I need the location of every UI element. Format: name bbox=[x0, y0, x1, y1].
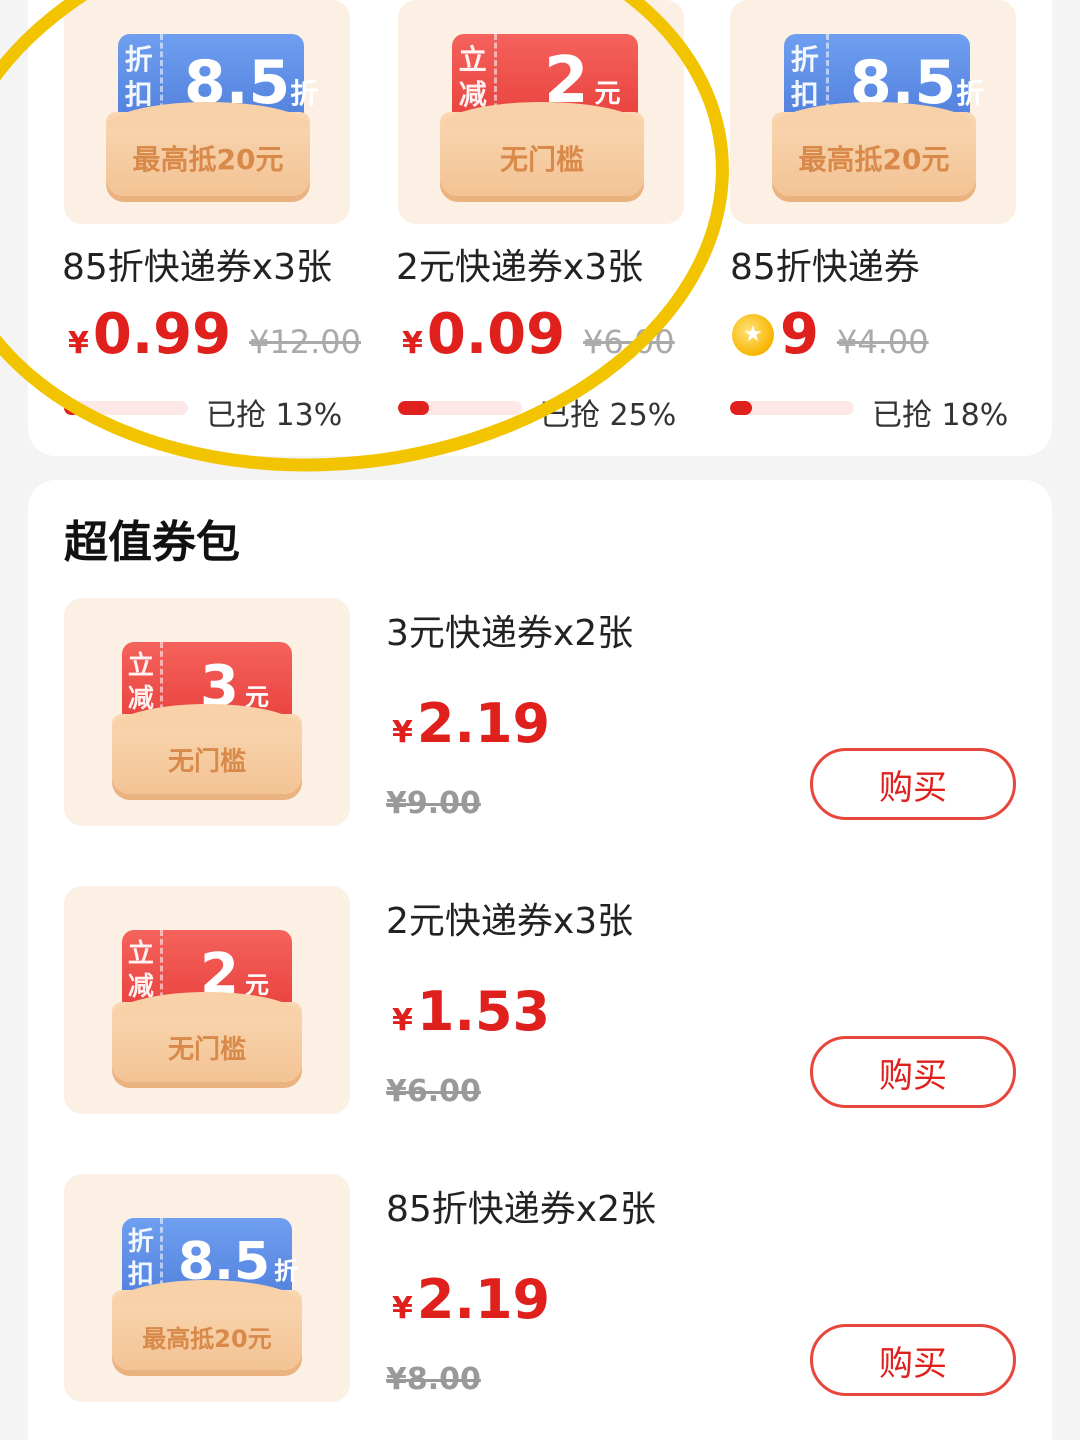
buy-button[interactable]: 购买 bbox=[810, 1324, 1016, 1396]
coupon-envelope: 最高抵20元 bbox=[772, 102, 976, 196]
currency-symbol: ¥ bbox=[68, 326, 89, 361]
ticket-side-top: 折 bbox=[790, 43, 819, 76]
ticket-amount-unit: 折 bbox=[290, 77, 319, 110]
item-name: 85折快递券x3张 bbox=[62, 247, 333, 288]
original-price: ¥12.00 bbox=[249, 323, 362, 361]
original-price: ¥4.00 bbox=[836, 323, 929, 361]
coupon-thumbnail: 立减 2元 无门槛 bbox=[398, 0, 684, 224]
currency-symbol: ¥ bbox=[402, 326, 423, 361]
currency-symbol: ¥ bbox=[392, 1291, 413, 1326]
ticket-amount-unit: 元 bbox=[594, 79, 621, 109]
sale-price: 2.19 bbox=[416, 1268, 551, 1331]
envelope-text: 最高抵20元 bbox=[132, 143, 284, 176]
sale-price: 0.99 bbox=[92, 302, 232, 367]
grab-progress-fill bbox=[730, 401, 753, 415]
section-title: 超值券包 bbox=[64, 517, 240, 568]
flash-sale-card: 折扣 8.5折 最高抵20元 85折快递券x3张 ¥ 0.99 ¥12.00 已… bbox=[28, 0, 1052, 456]
grab-progress-bar bbox=[398, 401, 522, 415]
coupon-envelope: 无门槛 bbox=[440, 102, 644, 196]
ticket-side-top: 折 bbox=[124, 43, 153, 76]
sale-price: 2.19 bbox=[416, 692, 551, 755]
coupon-envelope: 最高抵20元 bbox=[106, 102, 310, 196]
grabbed-percent: 已抢 13% bbox=[206, 398, 343, 433]
original-price: ¥6.00 bbox=[583, 323, 675, 361]
item-name: 2元快递券x3张 bbox=[396, 247, 644, 288]
ticket-side-top: 立 bbox=[127, 939, 154, 969]
gold-coin-icon: ★ bbox=[732, 313, 774, 356]
coupon-thumbnail: 折扣 8.5折 最高抵20元 bbox=[64, 0, 350, 224]
original-price: ¥6.00 bbox=[386, 1074, 481, 1109]
price-row: ★ 9 ¥4.00 bbox=[732, 302, 929, 367]
sale-price: 1.53 bbox=[416, 980, 551, 1043]
grabbed-percent: 已抢 25% bbox=[540, 398, 677, 433]
price-row: ¥ 0.99 ¥12.00 bbox=[68, 302, 361, 367]
coupon-envelope: 无门槛 bbox=[112, 704, 302, 794]
ticket-side-top: 立 bbox=[458, 43, 487, 76]
original-price: ¥9.00 bbox=[386, 786, 481, 821]
pack-name: 3元快递券x2张 bbox=[386, 613, 634, 654]
coupon-thumbnail: 立减 3元 无门槛 bbox=[64, 598, 350, 826]
grab-progress-fill bbox=[398, 401, 429, 415]
pack-name: 2元快递券x3张 bbox=[386, 901, 634, 942]
coupon-thumbnail: 折扣 8.5折 最高抵20元 bbox=[64, 1174, 350, 1402]
original-price: ¥8.00 bbox=[386, 1362, 481, 1397]
ticket-amount-unit: 折 bbox=[956, 77, 985, 110]
price-row: ¥ 1.53 bbox=[392, 980, 550, 1043]
grab-progress-bar bbox=[730, 401, 854, 415]
item-name: 85折快递券 bbox=[730, 247, 920, 288]
price-row: ¥ 2.19 bbox=[392, 692, 550, 755]
envelope-text: 无门槛 bbox=[499, 143, 584, 176]
pack-name: 85折快递券x2张 bbox=[386, 1189, 657, 1230]
coupon-thumbnail: 折扣 8.5折 最高抵20元 bbox=[730, 0, 1016, 224]
envelope-text: 最高抵20元 bbox=[142, 1325, 272, 1353]
envelope-text: 最高抵20元 bbox=[798, 143, 950, 176]
coupon-envelope: 最高抵20元 bbox=[112, 1280, 302, 1370]
envelope-text: 无门槛 bbox=[167, 1035, 246, 1065]
grab-progress-fill bbox=[64, 401, 81, 415]
currency-symbol: ¥ bbox=[392, 715, 413, 750]
envelope-text: 无门槛 bbox=[167, 747, 246, 777]
ticket-amount-unit: 折 bbox=[274, 1257, 299, 1285]
currency-symbol: ¥ bbox=[392, 1003, 413, 1038]
grabbed-percent: 已抢 18% bbox=[872, 398, 1009, 433]
buy-button[interactable]: 购买 bbox=[810, 1036, 1016, 1108]
sale-price: 9 bbox=[780, 302, 819, 367]
coupon-envelope: 无门槛 bbox=[112, 992, 302, 1082]
grab-progress-bar bbox=[64, 401, 188, 415]
coupon-thumbnail: 立减 2元 无门槛 bbox=[64, 886, 350, 1114]
price-row: ¥ 2.19 bbox=[392, 1268, 550, 1331]
price-row: ¥ 0.09 ¥6.00 bbox=[402, 302, 675, 367]
sale-price: 0.09 bbox=[426, 302, 566, 367]
ticket-side-top: 折 bbox=[127, 1227, 154, 1257]
buy-button[interactable]: 购买 bbox=[810, 748, 1016, 820]
value-packs-card: 超值券包 立减 3元 无门槛 3元快递券x2张 ¥ 2.19 ¥9.00 购买 … bbox=[28, 480, 1052, 1440]
ticket-side-top: 立 bbox=[127, 651, 154, 681]
